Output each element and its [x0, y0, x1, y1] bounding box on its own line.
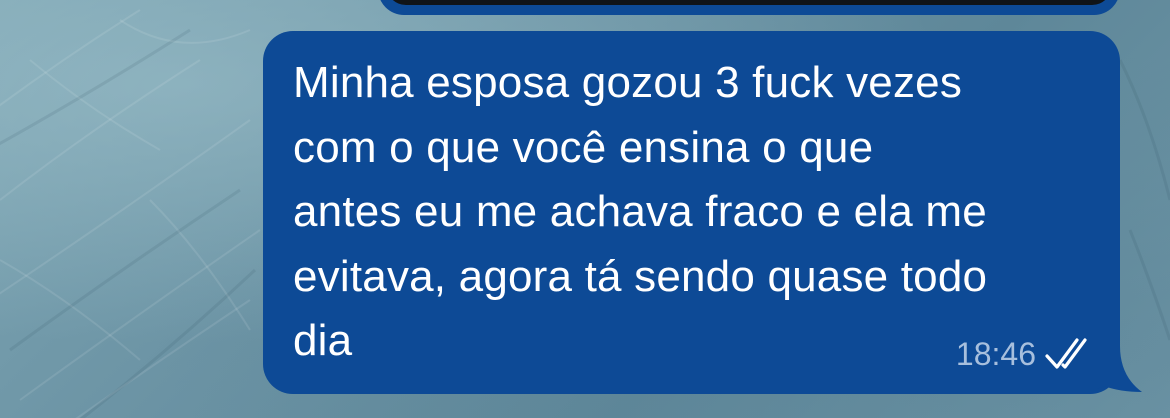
message-meta: 18:46: [956, 334, 1092, 374]
message-timestamp: 18:46: [955, 336, 1036, 372]
outgoing-message-bubble[interactable]: Minha esposa gozou 3 fuck vezes com o qu…: [263, 31, 1120, 394]
message-text: Minha esposa gozou 3 fuck vezes com o qu…: [293, 58, 988, 365]
previous-media-preview: [386, 0, 1112, 5]
previous-media-message[interactable]: [378, 0, 1120, 15]
double-check-read-icon: [1045, 338, 1087, 369]
bubble-tail: [1090, 346, 1142, 394]
